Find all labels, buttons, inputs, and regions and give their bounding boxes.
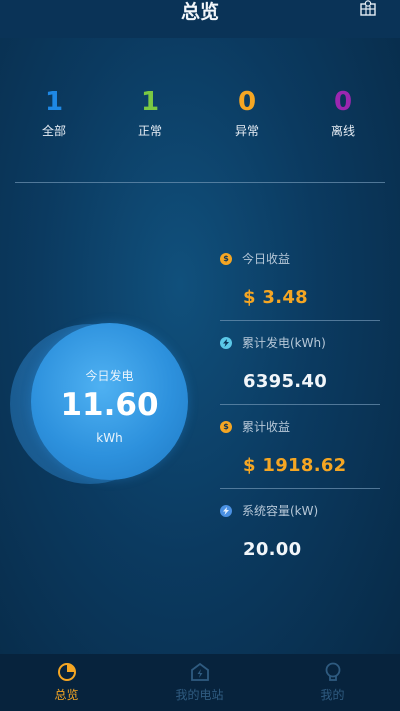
user-bulb-icon [323,662,343,682]
summary-value: 0 [237,87,257,117]
summary-all[interactable]: 1 全部 [14,88,94,139]
map-icon [360,0,376,20]
summary-label: 异常 [234,124,259,138]
tab-my-station[interactable]: 我的电站 [133,654,266,711]
dollar-icon: $ [220,252,232,265]
summary-label: 正常 [137,124,162,138]
pie-chart-icon [57,662,77,682]
summary-abnormal[interactable]: 0 异常 [207,88,287,139]
tab-label: 我的 [320,688,345,702]
metric-system-capacity: 系统容量(kW) 20.00 [220,502,380,560]
today-generation-circle: 今日发电 11.60 kWh [31,323,188,480]
app-header: 总览 [0,0,400,38]
metric-label: 累计发电(kWh) [242,336,326,350]
metric-divider [220,320,380,321]
section-divider [15,182,385,183]
tab-me[interactable]: 我的 [266,654,399,711]
lightning-icon [220,504,232,517]
metric-total-income: $ 累计收益 $ 1918.62 [220,418,380,476]
metric-label: 系统容量(kW) [242,504,319,518]
summary-value: 1 [140,87,160,117]
map-button[interactable] [358,0,378,20]
metric-total-generation: 累计发电(kWh) 6395.40 [220,334,380,392]
summary-label: 全部 [41,124,66,138]
power-station-icon [190,662,210,682]
summary-offline[interactable]: 0 离线 [303,88,383,139]
metric-divider [220,404,380,405]
metric-divider [220,488,380,489]
summary-value: 1 [44,87,64,117]
page-title: 总览 [180,0,219,23]
metric-today-income: $ 今日收益 $ 3.48 [220,250,380,308]
today-generation-unit: kWh [96,431,123,445]
lightning-icon [220,336,232,349]
metric-value: 20.00 [243,539,302,560]
bottom-tab-bar: 总览 我的电站 我的 [0,654,400,711]
metric-value: $ 1918.62 [243,455,347,476]
today-generation-value: 11.60 [60,387,159,423]
summary-value: 0 [333,87,353,117]
today-generation-label: 今日发电 [85,369,134,383]
summary-label: 离线 [330,124,355,138]
metric-label: 累计收益 [242,420,291,434]
metric-value: 6395.40 [243,371,328,392]
metric-label: 今日收益 [242,252,291,266]
dollar-icon: $ [220,420,232,433]
summary-normal[interactable]: 1 正常 [110,88,190,139]
tab-overview[interactable]: 总览 [0,654,133,711]
tab-label: 我的电站 [175,688,224,702]
tab-label: 总览 [54,688,79,702]
metric-value: $ 3.48 [243,287,309,308]
device-summary: 1 全部 1 正常 0 异常 0 离线 [0,88,400,148]
